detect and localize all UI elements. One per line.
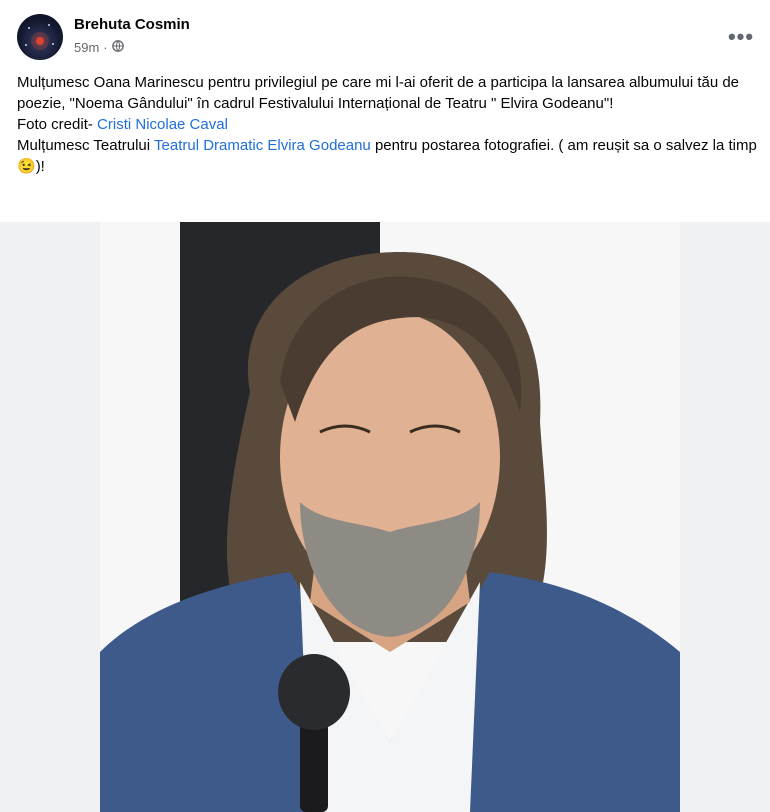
wink-emoji-icon: 😉 — [17, 158, 36, 175]
theatre-link[interactable]: Teatrul Dramatic Elvira Godeanu — [154, 137, 371, 154]
credit-link[interactable]: Cristi Nicolae Caval — [97, 116, 228, 133]
globe-icon — [111, 40, 124, 55]
facebook-post: Brehuta Cosmin 59m · ••• Mulțumesc Oana … — [0, 0, 770, 812]
post-time[interactable]: 59m — [74, 40, 99, 55]
post-paragraph-credit: Foto credit- Cristi Nicolae Caval — [17, 116, 228, 133]
author-name[interactable]: Brehuta Cosmin — [74, 16, 190, 33]
post-header: Brehuta Cosmin 59m · ••• — [0, 0, 770, 70]
post-paragraph-thanks-theatre: Mulțumesc Teatrului Teatrul Dramatic Elv… — [17, 137, 757, 175]
more-options-icon[interactable]: ••• — [726, 22, 756, 52]
post-meta: 59m · — [74, 40, 124, 55]
post-paragraph-thanks-oana: Mulțumesc Oana Marinescu pentru privileg… — [17, 74, 740, 112]
post-photo[interactable] — [0, 222, 770, 812]
avatar[interactable] — [17, 14, 63, 60]
post-text: Mulțumesc Oana Marinescu pentru privileg… — [17, 72, 757, 177]
